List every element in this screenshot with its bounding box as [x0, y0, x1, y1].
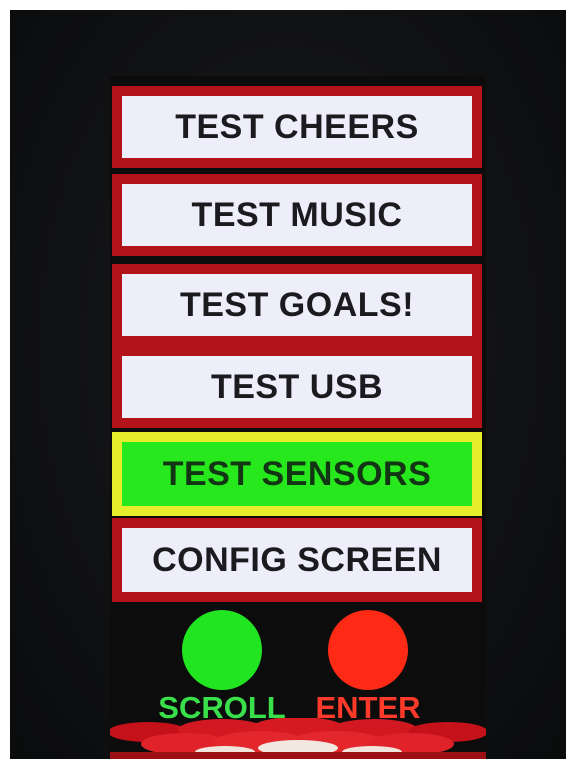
- menu-item-test-cheers[interactable]: TEST CHEERS: [112, 86, 482, 168]
- menu-item-config-screen[interactable]: CONFIG SCREEN: [112, 518, 482, 602]
- cups-graphic: [110, 718, 486, 759]
- menu-item-label: CONFIG SCREEN: [152, 540, 442, 579]
- menu-item-test-goals[interactable]: TEST GOALS!: [112, 264, 482, 346]
- menu-item-label: TEST SENSORS: [162, 454, 432, 493]
- menu-item-label: TEST USB: [210, 367, 384, 406]
- device-photo: TEST CHEERS TEST MUSIC TEST GOALS! TEST …: [10, 10, 566, 759]
- menu-item-label: TEST GOALS!: [179, 285, 415, 324]
- menu-item-test-music[interactable]: TEST MUSIC: [112, 174, 482, 256]
- scroll-button[interactable]: [182, 610, 262, 690]
- menu-item-test-usb[interactable]: TEST USB: [112, 346, 482, 428]
- menu-item-label: TEST MUSIC: [191, 195, 403, 234]
- menu-item-label: TEST CHEERS: [175, 107, 419, 146]
- menu-item-test-sensors[interactable]: TEST SENSORS: [112, 432, 482, 516]
- enter-button[interactable]: [328, 610, 408, 690]
- device-screen: TEST CHEERS TEST MUSIC TEST GOALS! TEST …: [110, 76, 486, 759]
